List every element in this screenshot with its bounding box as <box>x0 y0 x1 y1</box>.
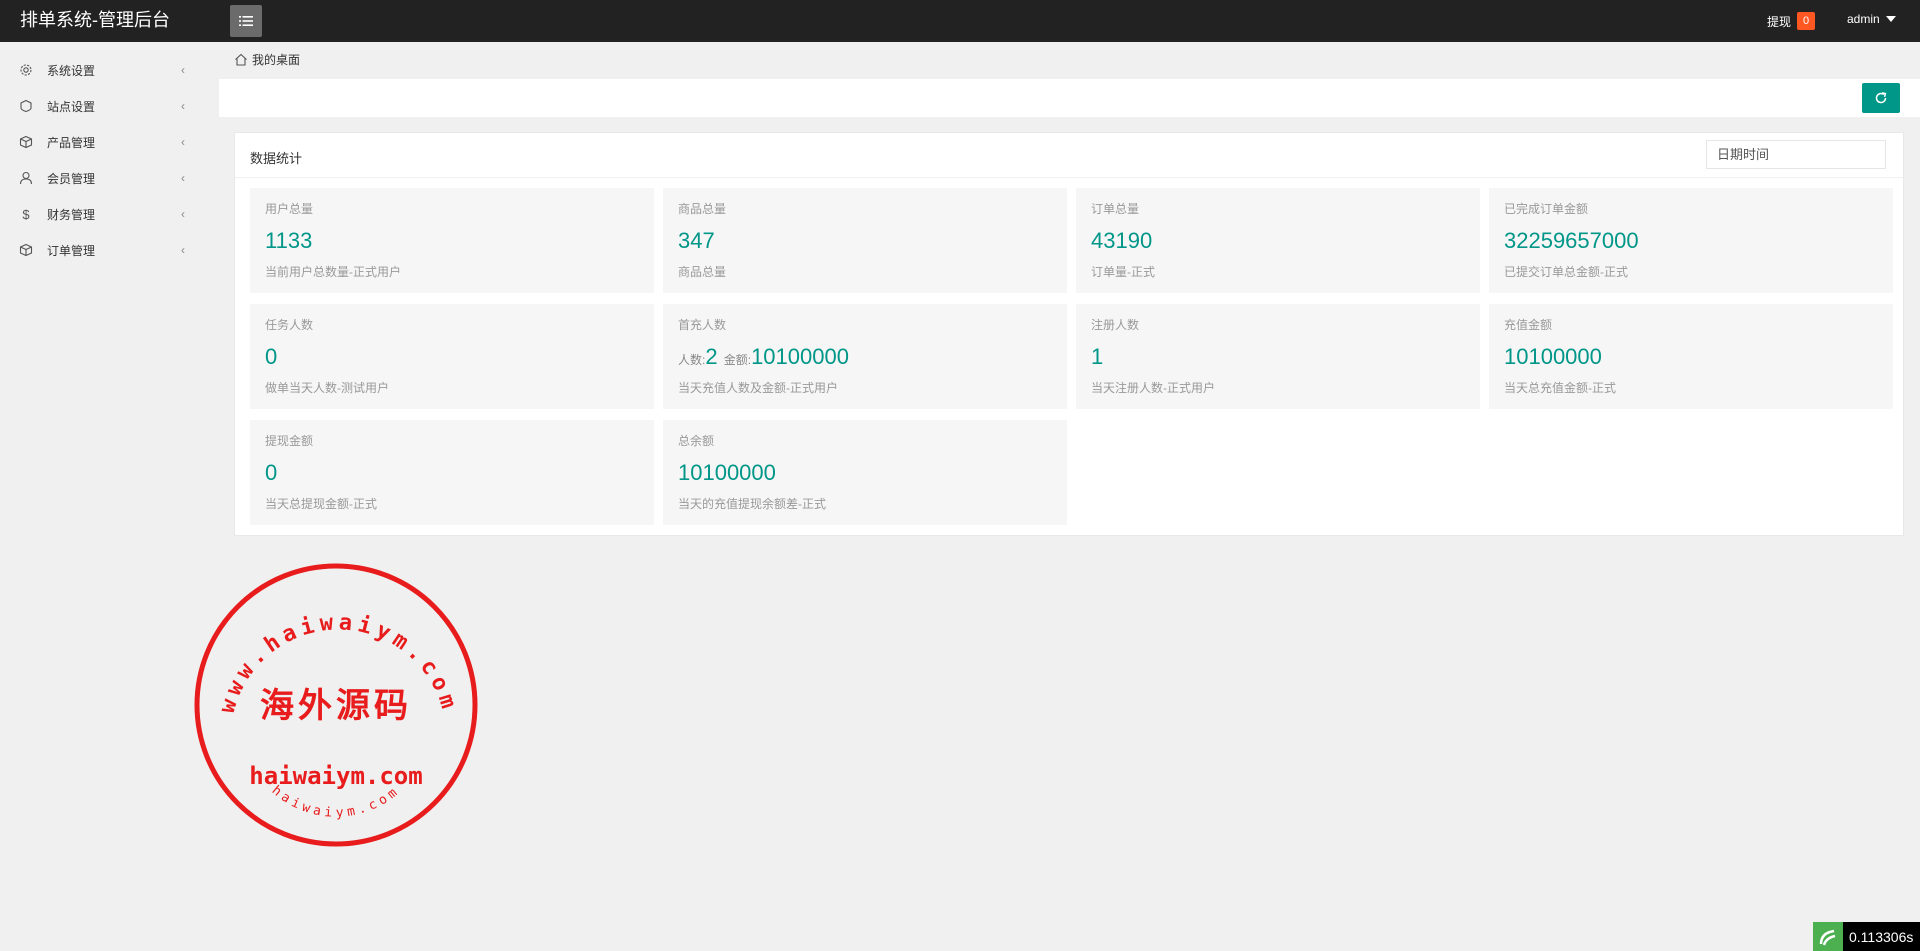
home-icon <box>235 53 247 66</box>
sidebar-item-members[interactable]: 会员管理 ‹ <box>0 160 219 196</box>
gear-icon <box>18 62 34 78</box>
stat-label: 已完成订单金额 <box>1504 202 1589 216</box>
date-time-input[interactable] <box>1706 140 1886 169</box>
stat-label: 首充人数 <box>678 318 727 332</box>
sidebar-item-orders[interactable]: 订单管理 ‹ <box>0 232 219 268</box>
timer-value: 0.113306s <box>1849 928 1914 945</box>
refresh-button[interactable] <box>1862 83 1900 113</box>
stat-description: 做单当天人数-测试用户 <box>265 381 389 395</box>
chevron-left-icon: ‹ <box>181 99 185 113</box>
stat-label: 订单总量 <box>1091 202 1140 216</box>
stamp-domain-text: haiwaiym.com <box>249 762 422 790</box>
stat-value: 1 <box>1091 344 1104 369</box>
stat-label: 注册人数 <box>1091 318 1140 332</box>
sidebar-item-label: 系统设置 <box>47 63 96 78</box>
stat-description: 当天注册人数-正式用户 <box>1091 381 1215 395</box>
page-timer: 0.113306s <box>1813 922 1920 951</box>
shield-icon <box>18 98 34 114</box>
stat-withdraw-amount: 提现金额 0 当天总提现金额-正式 <box>250 420 654 525</box>
top-header: 排单系统-管理后台 提现 0 admin <box>0 0 1920 42</box>
stat-value: 10100000 <box>1504 344 1602 369</box>
stat-label: 总余额 <box>678 434 715 448</box>
stat-value: 32259657000 <box>1504 228 1639 253</box>
chevron-left-icon: ‹ <box>181 243 185 257</box>
stat-registered-users: 注册人数 1 当天注册人数-正式用户 <box>1076 304 1480 409</box>
count-prefix: 人数: <box>678 353 706 367</box>
sidebar-item-finance[interactable]: $ 财务管理 ‹ <box>0 196 219 232</box>
stat-value: 0 <box>265 460 278 485</box>
stat-description: 当天总充值金额-正式 <box>1504 381 1616 395</box>
stat-total-products: 商品总量 347 商品总量 <box>663 188 1067 293</box>
stat-first-recharge: 首充人数 人数:2 金额:10100000 当天充值人数及金额-正式用户 <box>663 304 1067 409</box>
sidebar-item-label: 会员管理 <box>47 171 96 186</box>
caret-down-icon <box>1885 16 1896 22</box>
stat-value: 43190 <box>1091 228 1153 253</box>
chevron-left-icon: ‹ <box>181 171 185 185</box>
sidebar-item-site-settings[interactable]: 站点设置 ‹ <box>0 88 219 124</box>
sidebar-item-label: 产品管理 <box>47 135 96 150</box>
watermark-stamp: www.haiwaiym.com 海外源码 haiwaiym.com haiwa… <box>194 563 478 847</box>
breadcrumb: 我的桌面 <box>234 51 300 68</box>
menu-icon <box>239 16 253 26</box>
stats-card-header: 数据统计 <box>235 133 1903 178</box>
stat-description: 当天充值人数及金额-正式用户 <box>678 381 838 395</box>
user-icon <box>18 170 34 186</box>
sidebar-item-label: 站点设置 <box>47 99 96 114</box>
stat-total-balance: 总余额 10100000 当天的充值提现余额差-正式 <box>663 420 1067 525</box>
sidebar-item-products[interactable]: 产品管理 ‹ <box>0 124 219 160</box>
stat-label: 商品总量 <box>678 202 727 216</box>
breadcrumb-current[interactable]: 我的桌面 <box>252 51 300 68</box>
sidebar: 系统设置 ‹ 站点设置 ‹ 产品管理 ‹ 会员管理 ‹ $ 财务管理 ‹ 订单管… <box>0 42 219 951</box>
stamp-center-text: 海外源码 <box>260 686 412 726</box>
stat-description: 已提交订单总金额-正式 <box>1504 265 1628 279</box>
sidebar-item-label: 订单管理 <box>47 243 96 258</box>
dollar-icon: $ <box>22 206 30 222</box>
refresh-icon <box>1875 92 1887 104</box>
stat-total-orders: 订单总量 43190 订单量-正式 <box>1076 188 1480 293</box>
stat-value: 10100000 <box>678 460 776 485</box>
amount-prefix: 金额: <box>723 353 752 367</box>
stats-card: 数据统计 用户总量 1133 当前用户总数量-正式用户 商品总量 347 商品总… <box>234 132 1904 536</box>
stat-description: 当前用户总数量-正式用户 <box>265 265 401 279</box>
first-recharge-amount: 10100000 <box>751 344 849 369</box>
username: admin <box>1847 12 1880 26</box>
page-toolbar <box>219 79 1920 117</box>
withdraw-count-badge: 0 <box>1797 12 1816 30</box>
stat-description: 订单量-正式 <box>1091 265 1155 279</box>
box-icon <box>18 242 34 258</box>
chevron-left-icon: ‹ <box>181 63 185 77</box>
stat-label: 用户总量 <box>265 202 314 216</box>
stat-value: 347 <box>678 228 715 253</box>
box-icon <box>18 134 34 150</box>
chevron-left-icon: ‹ <box>181 207 185 221</box>
withdraw-label: 提现 <box>1767 14 1792 29</box>
stat-description: 当天总提现金额-正式 <box>265 497 377 511</box>
sidebar-item-system-settings[interactable]: 系统设置 ‹ <box>0 52 219 88</box>
sidebar-item-label: 财务管理 <box>47 207 96 222</box>
stats-card-title: 数据统计 <box>250 151 303 166</box>
user-menu[interactable]: admin <box>1847 12 1896 26</box>
chevron-left-icon: ‹ <box>181 135 185 149</box>
stat-task-users: 任务人数 0 做单当天人数-测试用户 <box>250 304 654 409</box>
stat-label: 提现金额 <box>265 434 314 448</box>
stat-value: 0 <box>265 344 278 369</box>
stat-recharge-amount: 充值金额 10100000 当天总充值金额-正式 <box>1489 304 1893 409</box>
stat-label: 充值金额 <box>1504 318 1553 332</box>
stat-value: 1133 <box>265 228 313 253</box>
stat-completed-order-amount: 已完成订单金额 32259657000 已提交订单总金额-正式 <box>1489 188 1893 293</box>
menu-toggle-button[interactable] <box>230 5 262 37</box>
thinkphp-logo-icon <box>1813 922 1843 951</box>
stat-total-users: 用户总量 1133 当前用户总数量-正式用户 <box>250 188 654 293</box>
app-title: 排单系统-管理后台 <box>20 10 170 30</box>
withdraw-link[interactable]: 提现 0 <box>1767 12 1816 30</box>
first-recharge-count: 2 <box>705 344 718 369</box>
stat-description: 当天的充值提现余额差-正式 <box>678 497 826 511</box>
stat-description: 商品总量 <box>678 265 727 279</box>
stat-value: 人数:2 金额:10100000 <box>678 344 849 373</box>
stat-label: 任务人数 <box>265 318 314 332</box>
